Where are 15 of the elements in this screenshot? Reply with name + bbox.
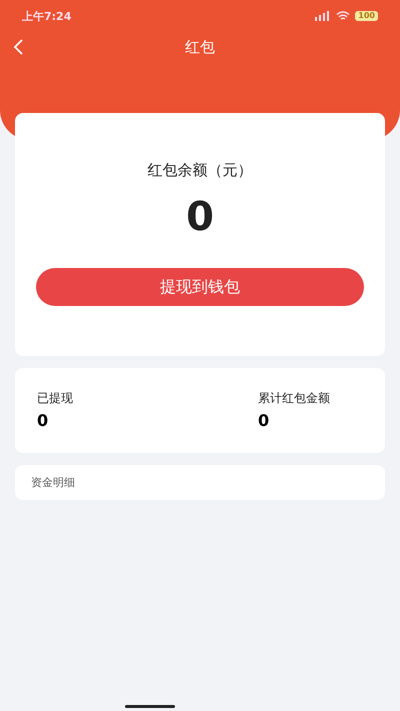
balance-label: 红包余额（元）	[148, 161, 252, 180]
details-row[interactable]: 资金明细	[15, 465, 385, 500]
signal-icon	[315, 11, 332, 21]
stat-label: 已提现	[37, 390, 74, 407]
details-title: 资金明细	[31, 475, 75, 490]
back-icon[interactable]	[12, 38, 24, 56]
wifi-icon	[336, 11, 350, 21]
status-time: 上午7:24	[22, 8, 72, 24]
withdraw-button[interactable]: 提现到钱包	[36, 268, 364, 306]
stat-value: 0	[37, 411, 50, 430]
stat-value: 0	[258, 411, 270, 430]
balance-amount: 0	[186, 194, 214, 240]
page-title: 红包	[185, 38, 215, 56]
stat-label: 累计红包金额	[258, 390, 331, 407]
battery-icon: 100	[355, 11, 378, 21]
